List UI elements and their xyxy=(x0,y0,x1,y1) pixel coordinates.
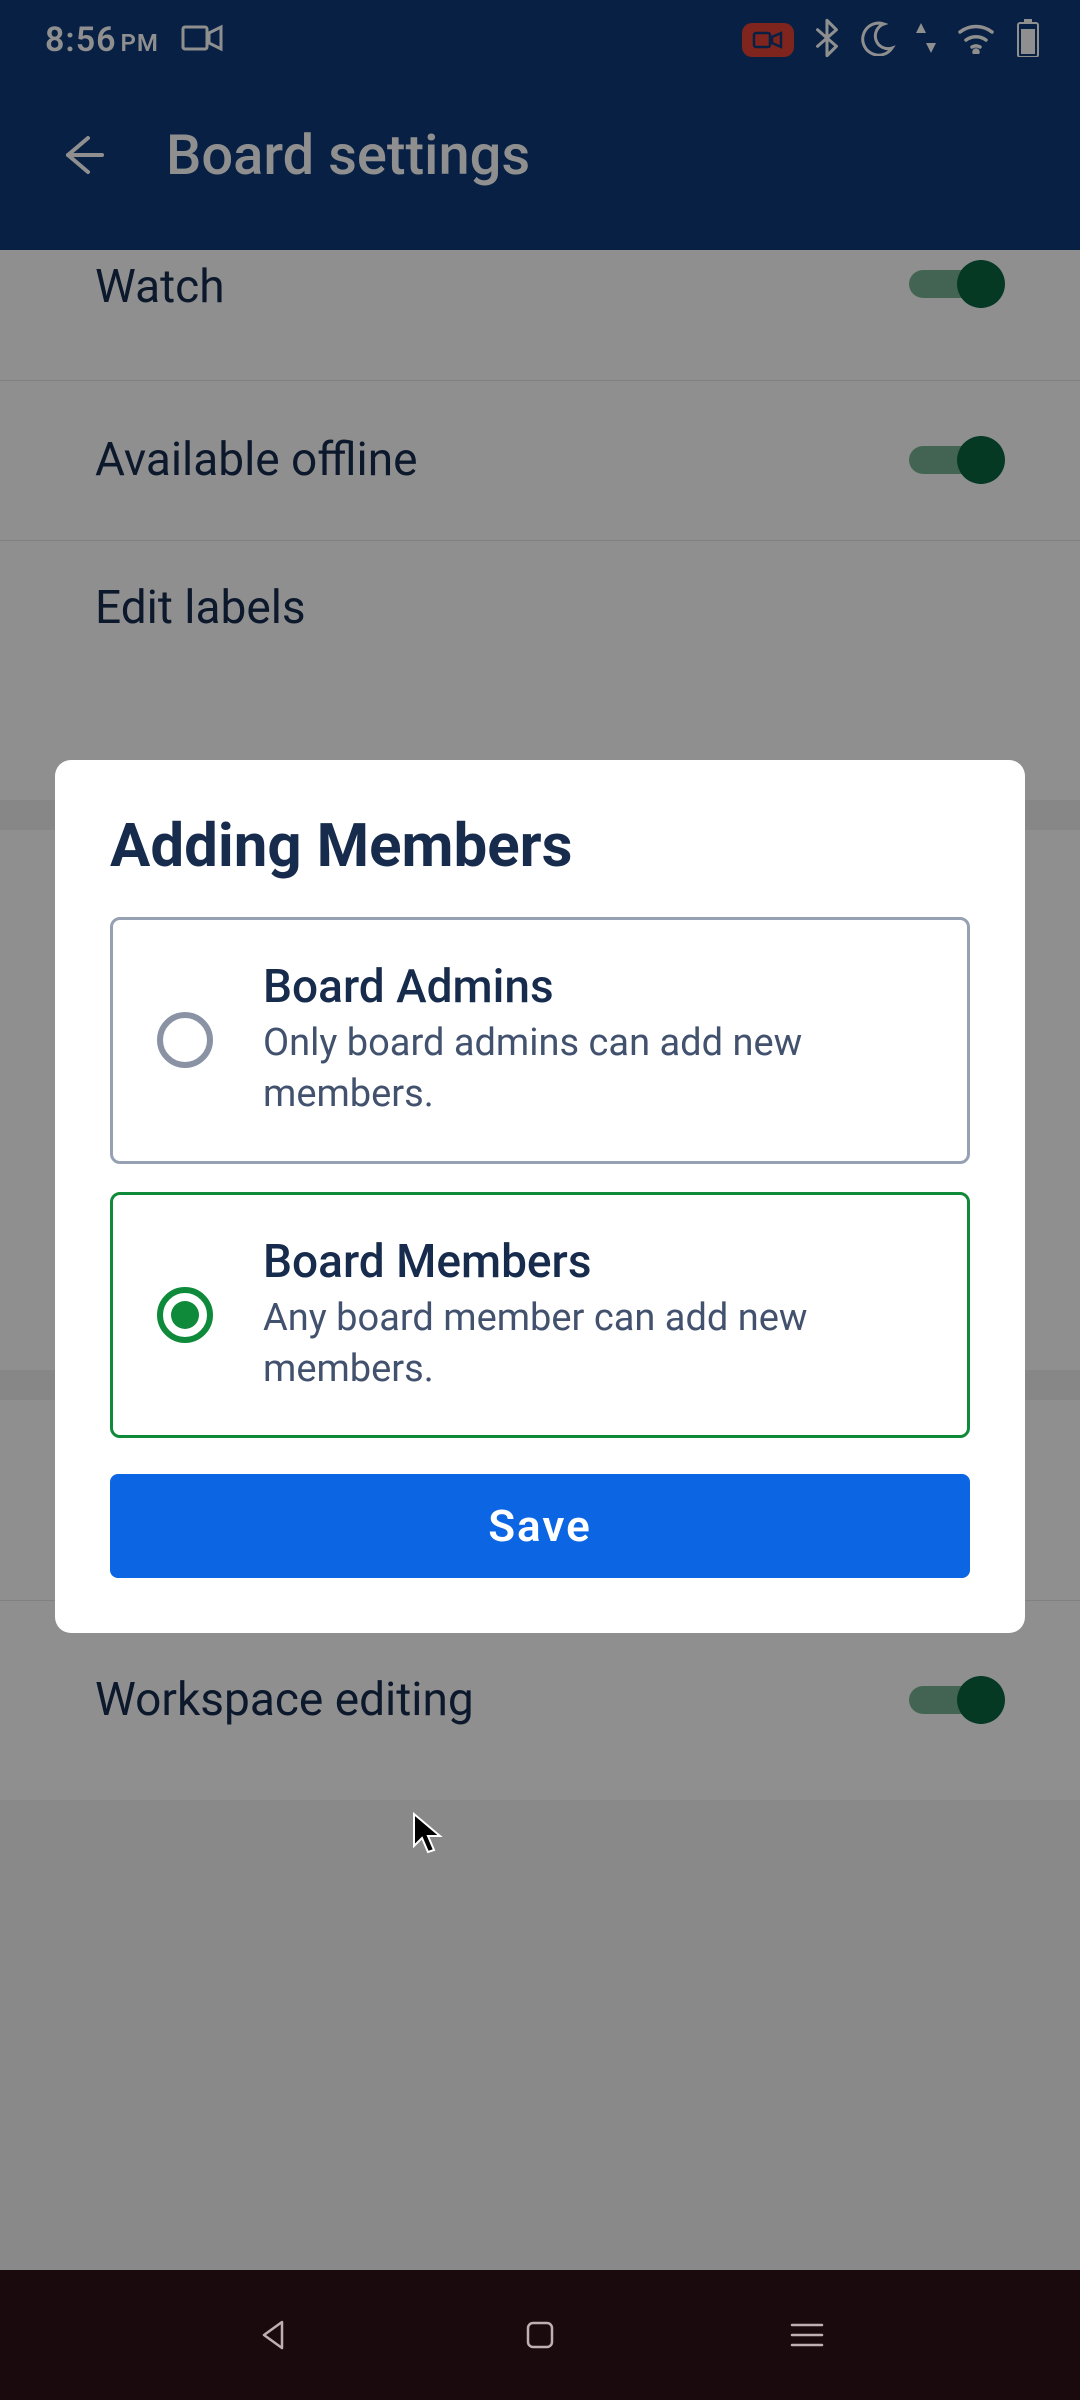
adding-members-dialog: Adding Members Board Admins Only board a… xyxy=(55,760,1025,1633)
nav-recents-icon[interactable] xyxy=(786,2314,828,2356)
nav-back-icon[interactable] xyxy=(252,2314,294,2356)
save-button[interactable]: Save xyxy=(110,1474,970,1578)
option-board-admins[interactable]: Board Admins Only board admins can add n… xyxy=(110,917,970,1164)
option-desc: Any board member can add new members. xyxy=(263,1293,823,1396)
option-board-members[interactable]: Board Members Any board member can add n… xyxy=(110,1192,970,1439)
option-title: Board Admins xyxy=(263,960,927,1014)
option-title: Board Members xyxy=(263,1235,927,1289)
android-nav-bar xyxy=(0,2270,1080,2400)
option-desc: Only board admins can add new members. xyxy=(263,1018,823,1121)
radio-icon xyxy=(157,1012,213,1068)
dialog-title: Adding Members xyxy=(110,810,970,881)
radio-icon xyxy=(157,1287,213,1343)
nav-home-icon[interactable] xyxy=(519,2314,561,2356)
